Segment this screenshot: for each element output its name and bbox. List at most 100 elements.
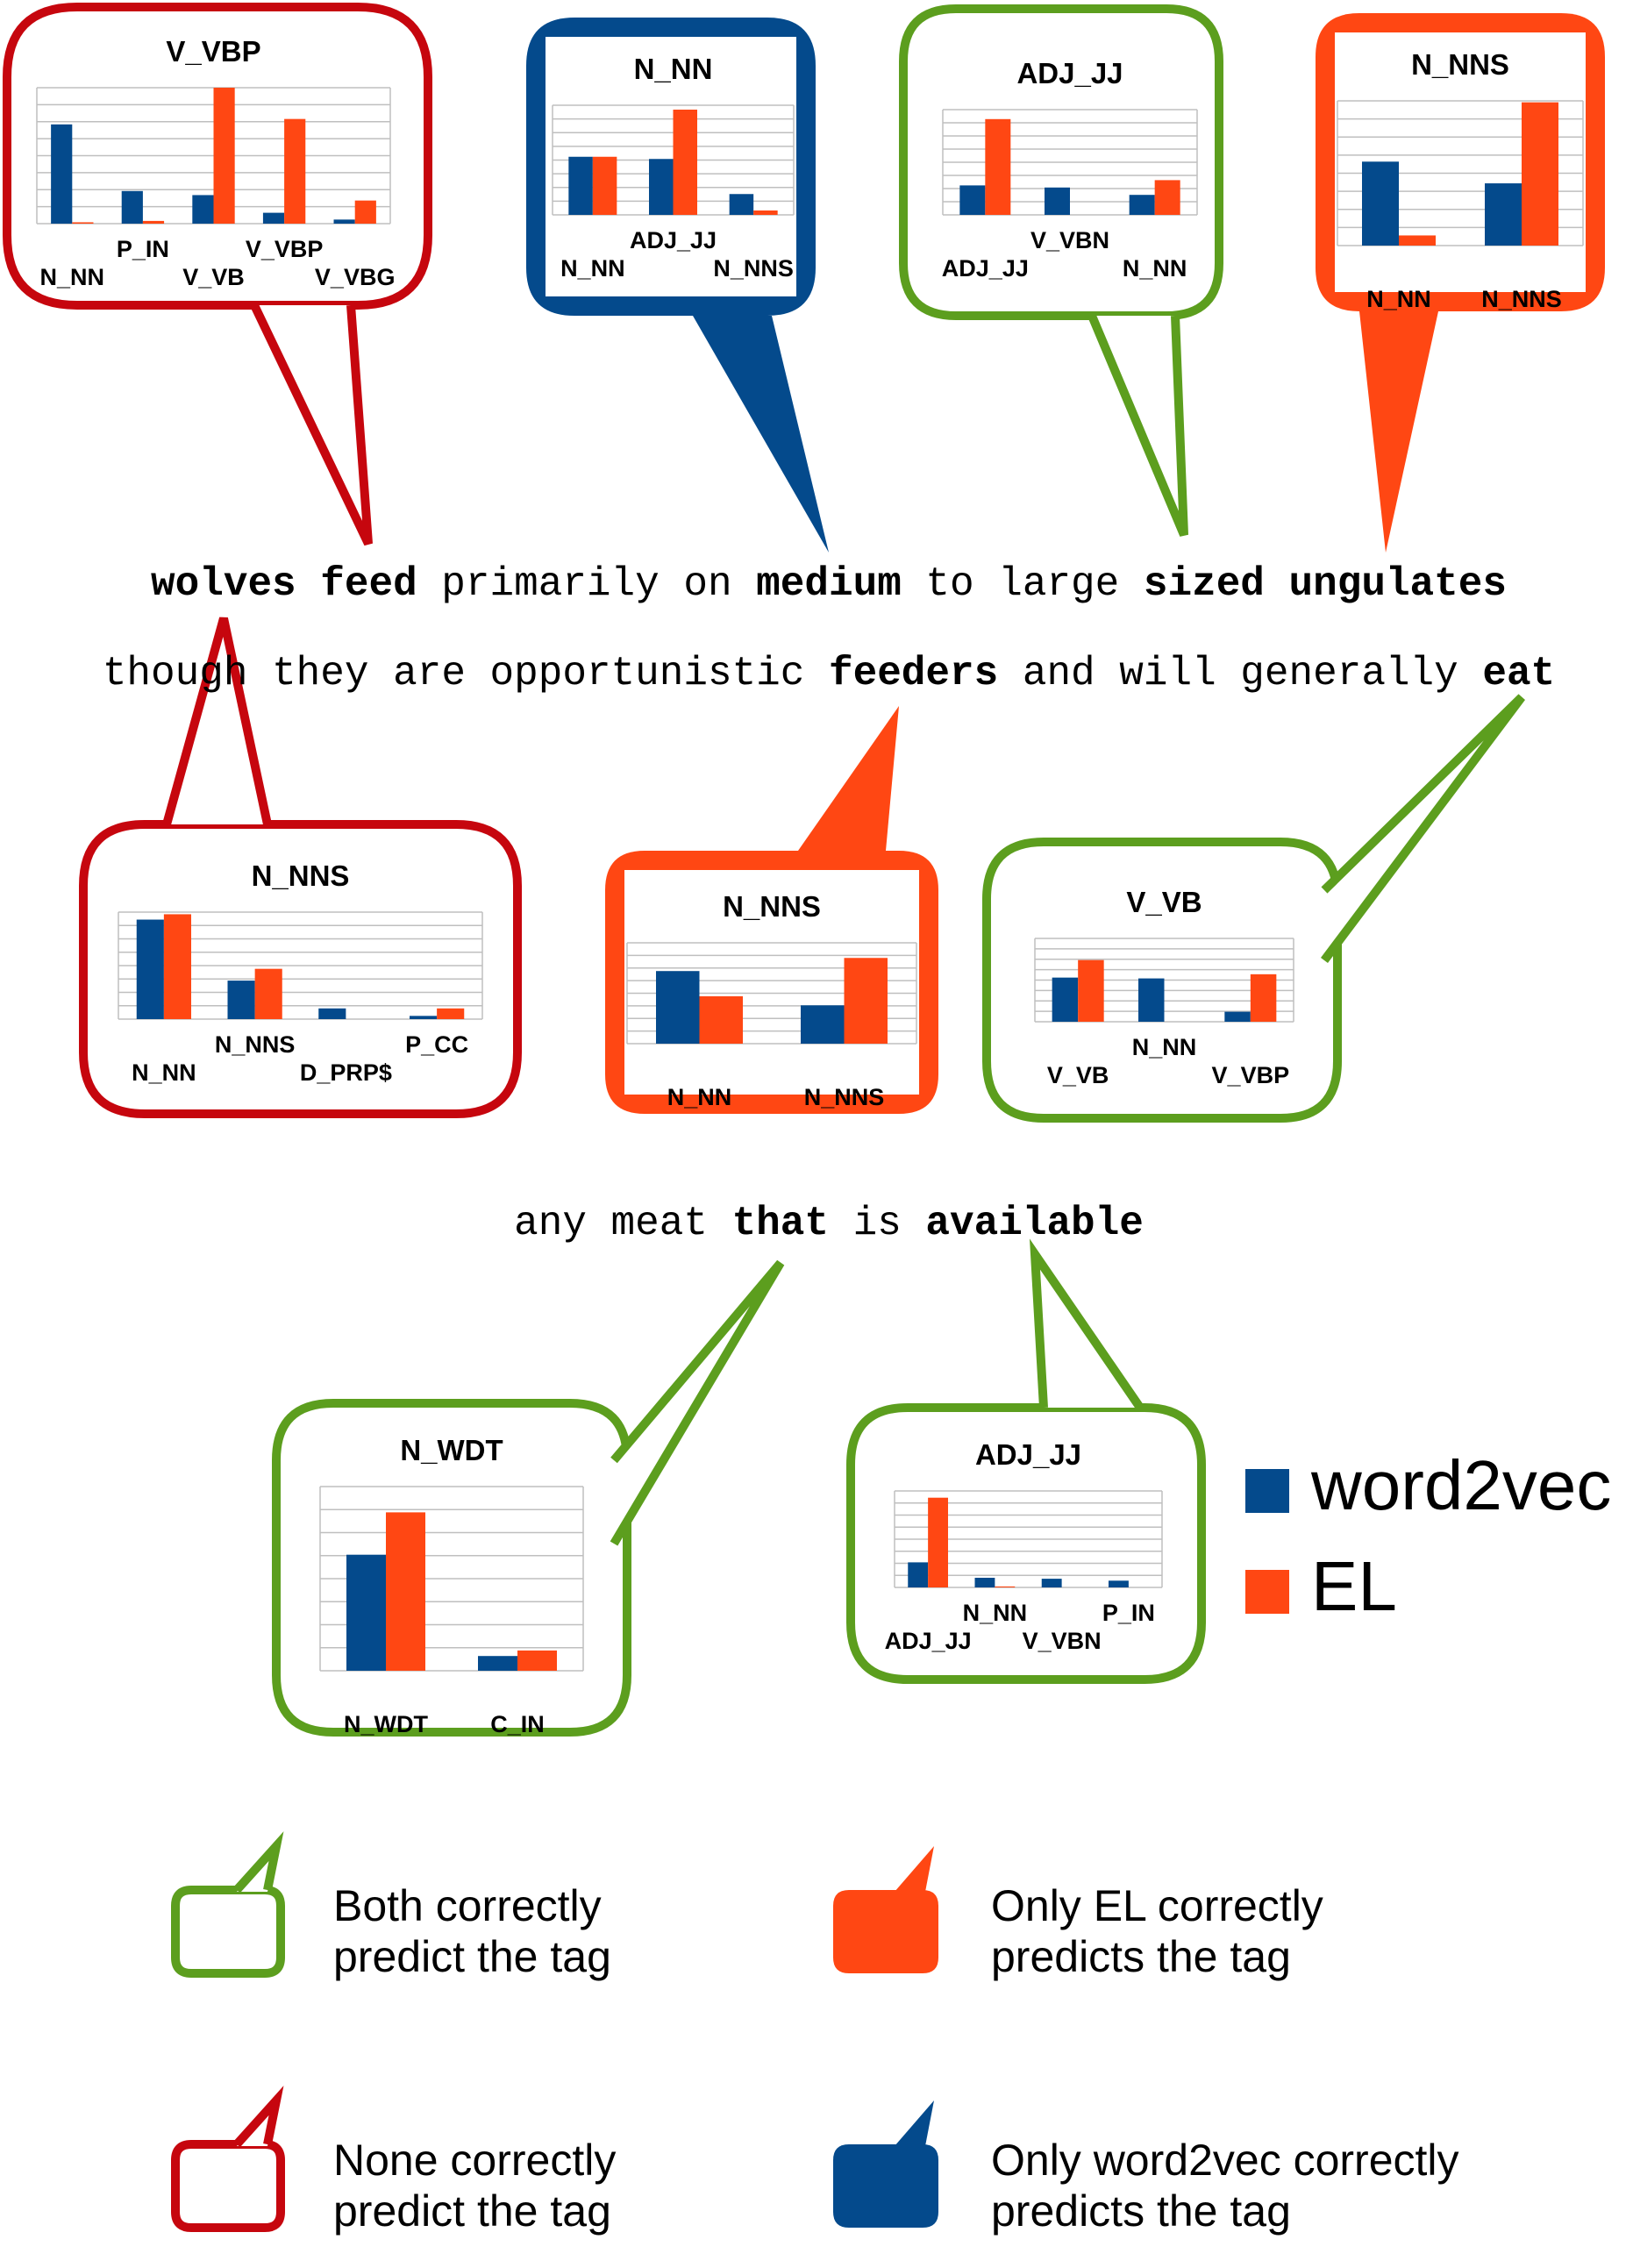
chart-title: N_NNS — [723, 890, 821, 923]
status-line2: predicts the tag — [991, 1932, 1291, 1981]
bar-EL-N_WDT — [386, 1512, 425, 1671]
bar-word2vec-N_NNS — [729, 194, 754, 215]
status-legend: Both correctlypredict the tagOnly EL cor… — [171, 1831, 1459, 2236]
tick-label: V_VB — [1047, 1062, 1109, 1088]
bar-word2vec-P_IN — [121, 190, 143, 224]
bubble-medium: N_NNN_NNADJ_JJN_NNS — [526, 18, 829, 553]
sentence-line: though they are opportunistic feeders an… — [103, 651, 1555, 696]
word-eat: eat — [1458, 651, 1555, 696]
bar-word2vec-V_VB — [1052, 977, 1079, 1022]
word-and: and — [998, 651, 1095, 696]
bubble-available: ADJ_JJADJ_JJN_NNV_VBNP_IN — [846, 1238, 1206, 1684]
bar-EL-N_NNS — [254, 968, 282, 1019]
bar-EL-N_NN — [1399, 235, 1436, 246]
bar-word2vec-V_VBP — [262, 212, 285, 224]
figure-canvas: V_VBPN_NNP_INV_VBV_VBPV_VBGN_NNN_NNADJ_J… — [3, 3, 1611, 2236]
bar-word2vec-P_IN — [1109, 1580, 1129, 1587]
tick-label: N_NN — [560, 255, 625, 282]
bar-EL-N_NN — [163, 914, 191, 1019]
word-available: available — [902, 1201, 1144, 1246]
bar-word2vec-P_CC — [410, 1016, 438, 1019]
bar-word2vec-ADJ_JJ — [649, 159, 674, 215]
status-line1: Only word2vec correctly — [991, 2136, 1459, 2185]
bar-EL-ADJ_JJ — [985, 118, 1011, 215]
legend-label-EL: EL — [1311, 1547, 1397, 1625]
word-any: any — [514, 1201, 587, 1246]
legend-swatch-word2vec — [1245, 1469, 1289, 1513]
status-icon — [833, 1890, 938, 1973]
bar-EL-C_IN — [517, 1650, 557, 1671]
bar-word2vec-V_VBG — [333, 219, 355, 224]
word-feed: feed — [296, 561, 417, 607]
bar-EL-V_VBG — [354, 200, 376, 224]
status-line2: predict the tag — [333, 2186, 611, 2236]
tick-label: V_VBP — [246, 236, 324, 262]
tick-label: V_VBG — [315, 264, 396, 290]
status-icon — [833, 2144, 938, 2228]
tick-label: ADJ_JJ — [942, 255, 1029, 282]
word-to: to — [902, 561, 974, 607]
bar-EL-V_VB — [213, 88, 235, 224]
bar-word2vec-D_PRP$ — [318, 1008, 346, 1019]
status-line2: predicts the tag — [991, 2186, 1291, 2236]
bar-word2vec-V_VB — [192, 195, 214, 224]
bubble-eat: V_VB V_VB N_NN V_VBP — [982, 694, 1525, 1123]
status-only_word2vec: Only word2vec correctlypredicts the tag — [833, 2100, 1459, 2236]
bar-word2vec-ADJ_JJ — [908, 1562, 929, 1587]
bar-word2vec-N_NN — [51, 124, 73, 224]
status-only_el: Only EL correctlypredicts the tag — [833, 1846, 1323, 1981]
chart-title: V_VBP — [166, 35, 260, 68]
bar-word2vec-N_NN — [1138, 978, 1165, 1022]
bar-EL-ADJ_JJ — [928, 1497, 948, 1587]
word-will: will — [1095, 651, 1216, 696]
bar-word2vec-N_WDT — [346, 1554, 386, 1671]
bubble-ungulates: N_NNS N_NN N_NNS — [1316, 13, 1605, 553]
tick-label: V_VB — [182, 264, 245, 290]
word-wolves: wolves — [151, 561, 296, 607]
bubble-sized: ADJ_JJADJ_JJV_VBNN_NN — [899, 4, 1223, 537]
tick-label: N_NN — [40, 264, 105, 290]
bubble-tail — [798, 706, 899, 851]
tick-label: V_VBN — [1023, 1628, 1102, 1654]
tick-label: P_IN — [1102, 1600, 1155, 1626]
sentence-line: wolves feed primarily on medium to large… — [151, 561, 1507, 607]
bar-word2vec-N_NNS — [801, 1005, 845, 1044]
status-line1: Both correctly — [333, 1881, 602, 1930]
word-large: large — [974, 561, 1120, 607]
chart-title: N_NNS — [1411, 48, 1509, 81]
tick-label: ADJ_JJ — [630, 227, 717, 253]
bar-EL-V_VBP — [284, 118, 306, 224]
chart-title: ADJ_JJ — [975, 1438, 1081, 1471]
bar-word2vec-N_NN — [1362, 161, 1399, 246]
bubble-tail — [1321, 694, 1525, 963]
tick-label: N_NN — [132, 1059, 196, 1086]
word-feeders: feeders — [804, 651, 998, 696]
status-line2: predict the tag — [333, 1932, 611, 1981]
word-primarily: primarily — [417, 561, 660, 607]
status-both_correct: Both correctlypredict the tag — [171, 1831, 611, 1981]
bar-word2vec-N_NNS — [227, 981, 255, 1019]
bar-EL-N_NN — [699, 995, 743, 1044]
bubble-tail — [610, 1259, 785, 1546]
bubble-wolves: V_VBPN_NNP_INV_VBV_VBPV_VBG — [3, 3, 432, 546]
status-none_correct: None correctlypredict the tag — [171, 2086, 616, 2236]
tick-label: N_NN — [667, 1084, 732, 1110]
word-ungulates: ungulates — [1265, 561, 1507, 607]
bubble-feeders: N_NNS N_NN N_NNS — [605, 706, 938, 1114]
bar-EL-V_VB — [1078, 959, 1104, 1022]
bar-EL-P_CC — [437, 1008, 465, 1019]
bar-word2vec-N_NN — [656, 971, 700, 1044]
bubble-tail — [693, 316, 829, 553]
status-icon — [171, 1886, 285, 1978]
bar-word2vec-N_NN — [974, 1578, 995, 1587]
status-line1: Only EL correctly — [991, 1881, 1323, 1930]
tick-label: V_VBN — [1030, 227, 1109, 253]
tick-label: N_NNS — [713, 255, 794, 282]
status-icon-tail — [895, 1846, 934, 1892]
bar-EL-P_IN — [142, 220, 165, 224]
chart-title: N_NNS — [252, 859, 350, 892]
word-medium: medium — [732, 561, 902, 607]
bar-word2vec-V_VBP — [1224, 1011, 1251, 1022]
tick-label: D_PRP$ — [300, 1059, 392, 1086]
status-icon — [171, 2140, 285, 2232]
